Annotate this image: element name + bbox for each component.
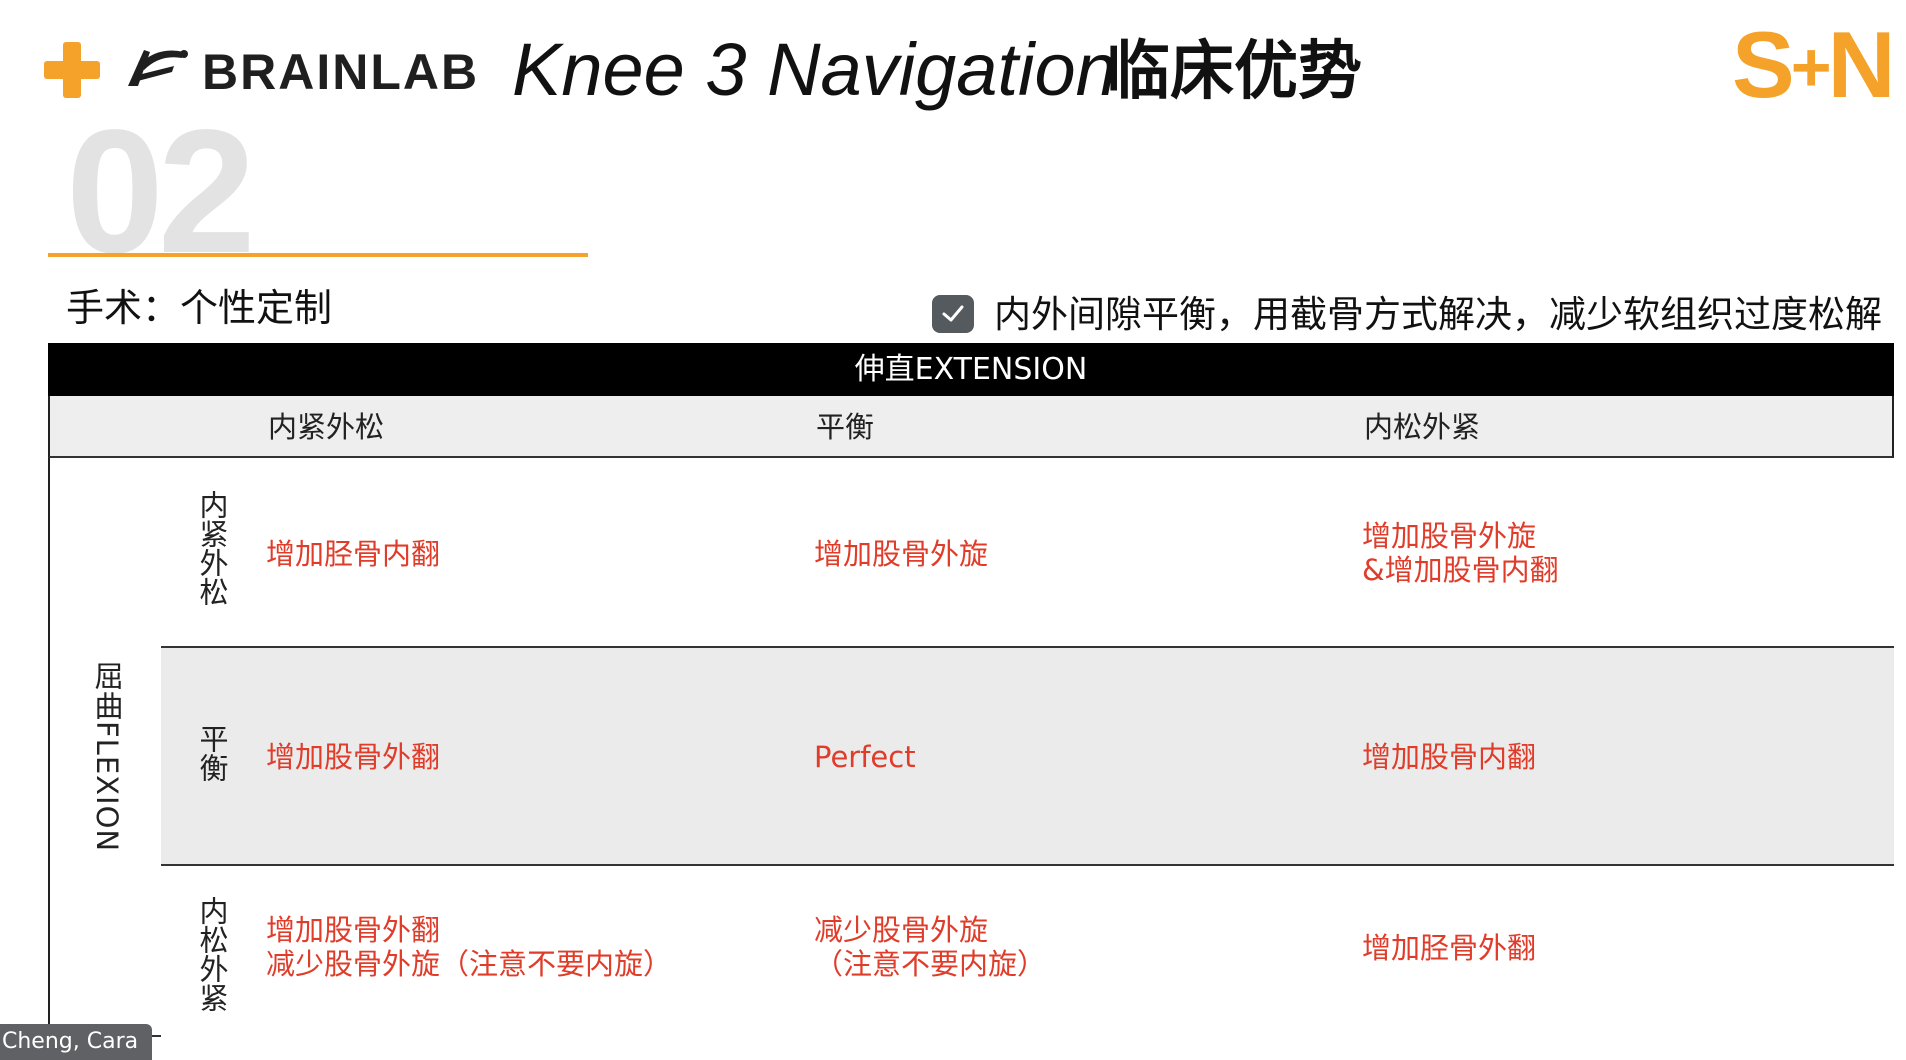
- table-cell: 增加股骨外翻 减少股骨外旋（注意不要内旋）: [266, 913, 673, 981]
- section-divider: [48, 253, 588, 257]
- extension-header: 伸直EXTENSION: [48, 343, 1894, 396]
- note-text: 内外间隙平衡，用截骨方式解决，减少软组织过度松解: [994, 293, 1882, 336]
- participant-name-label: Cheng, Cara: [0, 1024, 152, 1060]
- balance-table: 伸直EXTENSION 内紧外松 平衡 内松外紧 屈曲FLEXION 内紧外松 …: [48, 343, 1894, 1037]
- section-subtitle: 手术：个性定制: [66, 286, 333, 330]
- column-header: 平衡: [816, 410, 875, 444]
- table-cell: 增加股骨外翻: [266, 740, 441, 774]
- table-cell: 增加胫骨外翻: [1362, 931, 1537, 965]
- column-header-row: 内紧外松 平衡 内松外紧: [48, 396, 1894, 458]
- column-header: 内紧外松: [268, 410, 385, 444]
- table-cell: Perfect: [814, 740, 916, 774]
- table-cell: 增加股骨外旋 &增加股骨内翻: [1362, 519, 1559, 587]
- brainlab-logo-icon: [122, 42, 194, 96]
- column-header: 内松外紧: [1364, 410, 1481, 444]
- table-cell: 增加胫骨内翻: [266, 537, 441, 571]
- row-label: 内松外紧: [195, 896, 229, 1012]
- plus-logo-icon: [44, 42, 100, 98]
- brainlab-wordmark: BRAINLAB: [202, 44, 480, 100]
- section-number: 02: [66, 94, 256, 290]
- page-title-english: Knee 3 Navigation: [512, 28, 1117, 111]
- check-icon: [932, 295, 974, 333]
- row-label: 内紧外松: [195, 490, 229, 606]
- table-cell: 增加股骨内翻: [1362, 740, 1537, 774]
- table-cell: 减少股骨外旋 （注意不要内旋）: [814, 913, 1047, 981]
- sn-logo-icon: S+N: [1732, 12, 1895, 117]
- table-cell: 增加股骨外旋: [814, 537, 989, 571]
- flexion-label: 屈曲FLEXION: [90, 661, 124, 853]
- page-title-chinese: 临床优势: [1106, 35, 1362, 109]
- row-label: 平衡: [195, 724, 229, 782]
